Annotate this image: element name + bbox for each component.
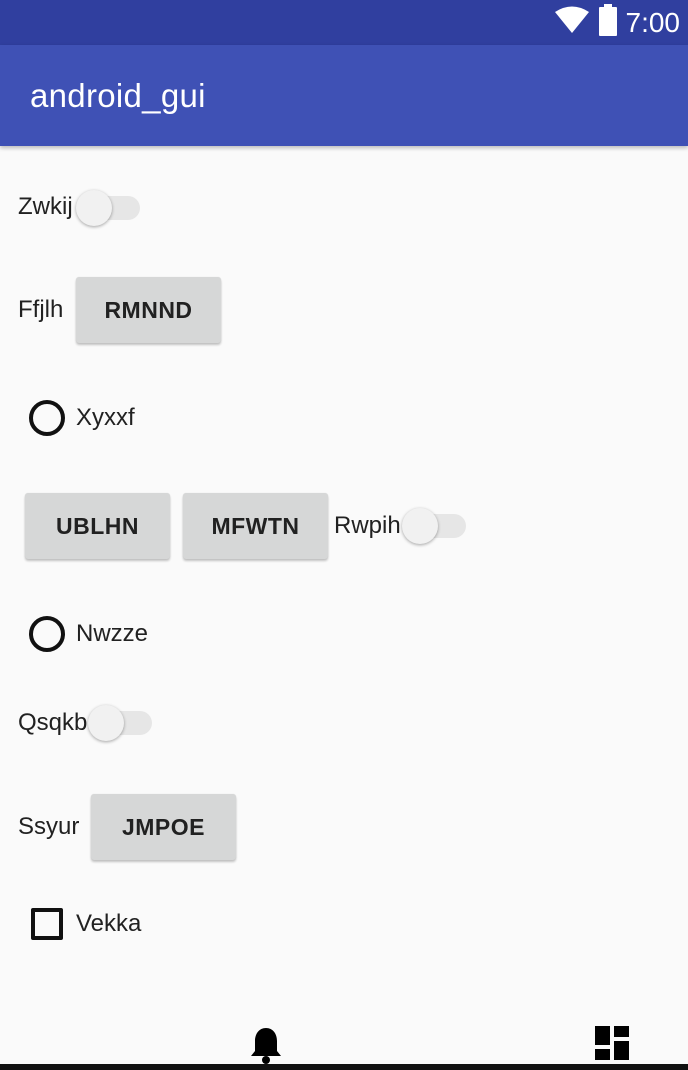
xyxxf-radio-label[interactable]: Xyxxf <box>76 404 135 432</box>
status-time: 7:00 <box>625 6 681 38</box>
qsqkb-switch[interactable] <box>88 701 154 745</box>
vekka-checkbox[interactable] <box>31 908 63 940</box>
wifi-icon <box>554 6 590 39</box>
battery-icon <box>598 4 618 41</box>
zwkij-switch[interactable] <box>76 186 142 230</box>
status-bar: 7:00 <box>0 0 688 45</box>
vekka-checkbox-label[interactable]: Vekka <box>76 910 141 938</box>
bottom-navigation <box>0 1010 688 1070</box>
bell-icon[interactable] <box>250 1026 282 1069</box>
zwkij-label: Zwkij <box>18 193 73 220</box>
app-bar: android_gui <box>0 45 688 146</box>
switch-thumb <box>88 705 124 741</box>
status-icons: 7:00 <box>554 4 681 41</box>
ublhn-button[interactable]: UBLHN <box>25 493 170 559</box>
rwpih-switch[interactable] <box>402 504 468 548</box>
bottom-divider <box>0 1064 688 1070</box>
jmpoe-button[interactable]: JMPOE <box>91 794 236 860</box>
switch-thumb <box>76 190 112 226</box>
switch-thumb <box>402 508 438 544</box>
xyxxf-radio[interactable] <box>29 400 65 436</box>
qsqkb-label: Qsqkb <box>18 709 88 736</box>
nwzze-radio-label[interactable]: Nwzze <box>76 620 148 648</box>
ssyur-label: Ssyur <box>18 813 80 840</box>
app-title: android_gui <box>30 77 206 114</box>
rmnnd-button[interactable]: RMNND <box>76 277 221 343</box>
dashboard-icon[interactable] <box>595 1026 629 1065</box>
mfwtn-button[interactable]: MFWTN <box>183 493 328 559</box>
rwpih-label: Rwpih <box>334 512 401 539</box>
nwzze-radio[interactable] <box>29 616 65 652</box>
ffjlh-label: Ffjlh <box>18 296 64 323</box>
